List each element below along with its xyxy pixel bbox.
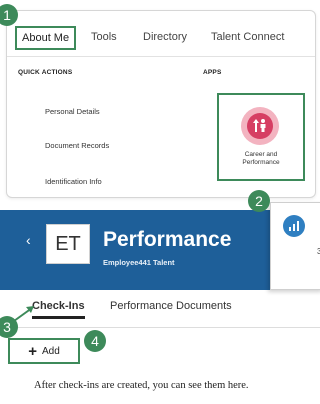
empty-state-message: After check-ins are created, you can see…: [34, 380, 249, 391]
app-tile-career-and-performance[interactable]: Career and Performance: [217, 93, 305, 181]
quick-action-document-records[interactable]: Document Records: [45, 141, 109, 150]
step-badge-4: 4: [84, 330, 106, 352]
tab-talent-connect[interactable]: Talent Connect: [211, 31, 284, 43]
step-badge-2: 2: [248, 190, 270, 212]
avatar: ET: [46, 224, 90, 264]
top-navigation: About Me Tools Directory Talent Connect: [7, 21, 315, 57]
tab-tools[interactable]: Tools: [91, 31, 117, 43]
page-title: Performance: [103, 228, 232, 251]
analytics-icon: [283, 215, 305, 237]
quick-actions-heading: QUICK ACTIONS: [18, 69, 73, 76]
app-tile-label: Career and Performance: [242, 151, 280, 166]
page-subtitle: Employee441 Talent: [103, 258, 175, 267]
analytics-callout: 3: [270, 202, 320, 290]
tab-about-me[interactable]: About Me: [15, 26, 77, 50]
tab-directory[interactable]: Directory: [143, 31, 187, 43]
add-button[interactable]: + Add: [8, 338, 80, 364]
about-me-panel: About Me Tools Directory Talent Connect …: [6, 10, 316, 198]
add-button-label: Add: [41, 345, 60, 357]
career-performance-icon: [241, 107, 279, 145]
apps-heading: APPS: [203, 69, 222, 76]
tab-performance-documents[interactable]: Performance Documents: [110, 300, 232, 312]
tab-check-ins[interactable]: Check-Ins: [32, 300, 85, 319]
plus-icon: +: [28, 342, 37, 360]
tutorial-stage: About Me Tools Directory Talent Connect …: [0, 0, 320, 404]
quick-action-personal-details[interactable]: Personal Details: [45, 107, 100, 116]
performance-tabs: Check-Ins Performance Documents: [0, 290, 320, 328]
quick-action-identification-info[interactable]: Identification Info: [45, 177, 102, 186]
chevron-left-icon[interactable]: ‹: [26, 232, 31, 248]
